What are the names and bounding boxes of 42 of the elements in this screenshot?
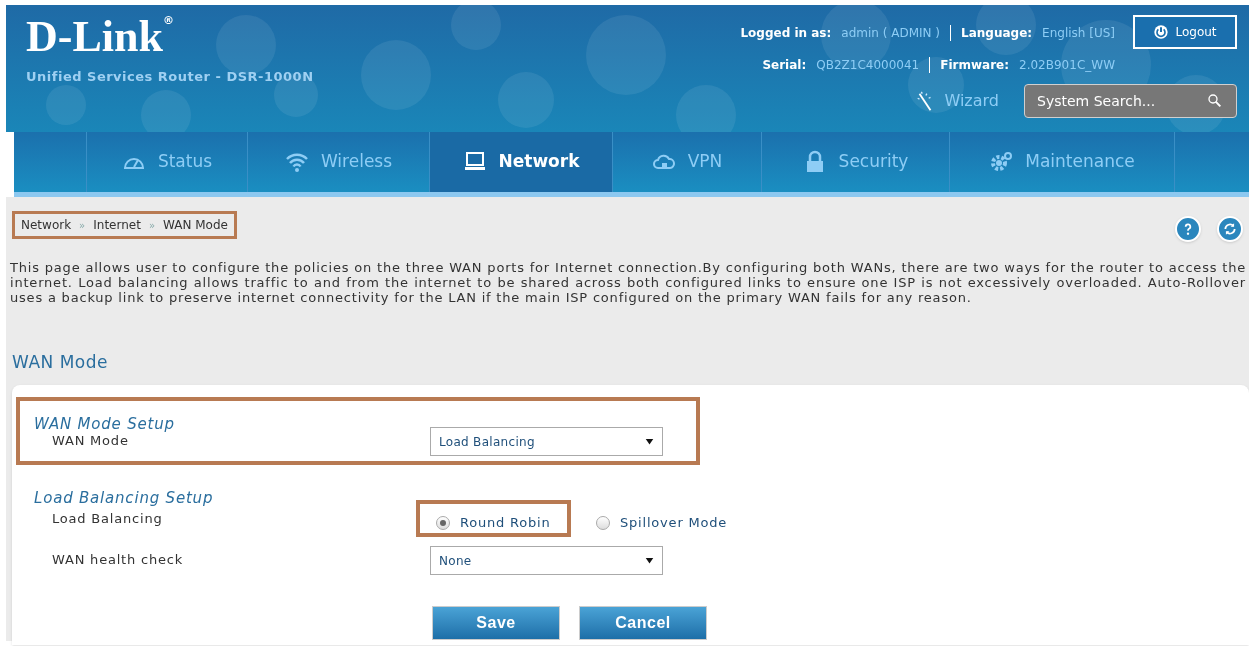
radio-button[interactable]	[436, 515, 450, 530]
info-value: 2.02B901C_WW	[1019, 57, 1115, 74]
section-title: WAN Mode Setup	[34, 414, 175, 435]
cancel-button[interactable]: Cancel	[579, 606, 707, 640]
refresh-button[interactable]	[1217, 216, 1243, 242]
dropdown-arrow-icon	[645, 556, 654, 565]
info-value: English [US]	[1042, 25, 1115, 42]
radio-button[interactable]	[596, 515, 610, 530]
breadcrumb-link[interactable]: WAN Mode	[163, 216, 228, 234]
radio-option[interactable]: Round Robin	[436, 513, 551, 533]
info-label: Firmware:	[940, 57, 1010, 74]
info-value: admin ( ADMIN )	[841, 25, 941, 42]
section-title: Load Balancing Setup	[34, 488, 214, 509]
registered-mark: ®	[162, 15, 174, 26]
dropdown[interactable]: Load Balancing	[430, 427, 663, 456]
description-text: This page allows user to configure the policies on the three WAN ports for Internet connection.By configuring both WANs, there are two ways for the router to access the internet. Load balancing allows traffic to and from the internet to be shared across both configured links to ensure one ISP is not excessively overloaded. Auto-Rollover uses a backup link to preserve internet connectivity for the LAN if the main ISP configured on the primary WAN fails for any reason.	[10, 260, 1246, 305]
breadcrumb-link[interactable]: Network	[21, 216, 72, 234]
info-value: QB2Z1C4000041	[816, 57, 920, 74]
gears-icon	[989, 150, 1014, 174]
breadcrumb-link[interactable]: Internet	[93, 216, 141, 234]
field-label: Load Balancing	[52, 510, 163, 528]
breadcrumb-separator: »	[79, 218, 86, 233]
field-label: WAN health check	[52, 551, 184, 569]
help-button[interactable]	[1175, 216, 1201, 242]
info-label: Logged in as:	[740, 25, 832, 42]
search-icon	[1207, 93, 1223, 109]
page-title: WAN Mode	[12, 351, 108, 374]
radio-option[interactable]: Spillover Mode	[596, 513, 728, 533]
nav-tab[interactable]: Network	[430, 132, 613, 192]
logout-button[interactable]: Logout	[1133, 15, 1237, 49]
dropdown-arrow-icon	[645, 437, 654, 446]
refresh-icon	[1223, 222, 1237, 236]
breadcrumb-separator: »	[148, 218, 155, 233]
info-label: Serial:	[762, 57, 807, 74]
search-field[interactable]: System Search...	[1024, 84, 1237, 118]
info-label: Language:	[961, 25, 1033, 42]
logo: D-Link	[26, 15, 163, 59]
product-name: Unified Services Router - DSR-1000N	[26, 68, 314, 86]
save-button[interactable]: Save	[432, 606, 560, 640]
dropdown[interactable]: None	[430, 546, 663, 575]
power-icon	[1153, 24, 1170, 40]
field-label: WAN Mode	[52, 432, 129, 450]
